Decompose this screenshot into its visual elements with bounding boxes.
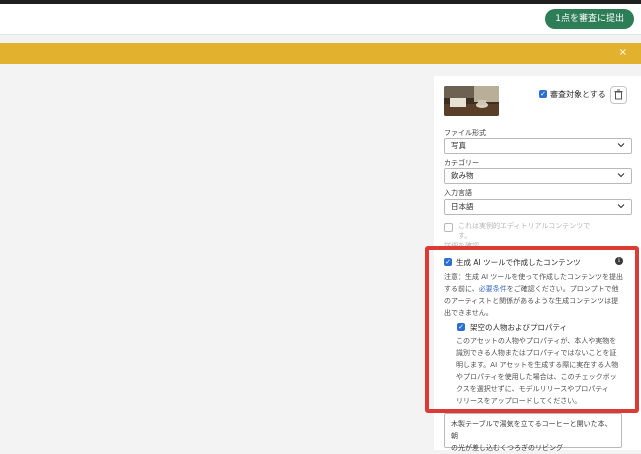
category-select[interactable]: 飲み物	[444, 168, 632, 184]
fictional-line: 明します。AI アセットを生成する際に実在する人物	[456, 361, 619, 369]
chevron-down-icon	[617, 173, 625, 178]
notification-banner: ×	[0, 43, 641, 64]
trash-icon	[614, 89, 623, 100]
fictional-line: このアセットの人物やプロパティが、本人や実物を	[456, 337, 617, 345]
editorial-checkbox[interactable]	[444, 223, 453, 232]
generative-ai-checkbox[interactable]: ✓	[444, 258, 452, 266]
note-line: のアーティストと関係があるような生成コンテンツは提	[444, 297, 619, 305]
review-label: 審査対象とする	[550, 90, 606, 99]
requirements-link[interactable]: 必要条件	[479, 285, 507, 293]
header-bar: 1点を審査に提出	[0, 4, 641, 35]
language-value: 日本語	[451, 202, 474, 211]
editorial-label-line1: これは実例的エディトリアルコンテンツで	[458, 222, 591, 230]
file-type-value: 写真	[451, 141, 466, 150]
description-textarea[interactable]: 木製テーブルで湯気を立てるコーヒーと開いた本、朝 の光が差し込むくつろぎのリビン…	[444, 413, 622, 452]
fictional-people-title: 架空の人物およびプロパティ	[470, 323, 568, 332]
note-line: 出できません。	[444, 309, 493, 317]
editorial-label-line2: す。	[458, 232, 472, 240]
note-line: する前に、必要条件をご確認ください。プロンプトで他	[444, 283, 626, 295]
delete-button[interactable]	[610, 86, 627, 104]
fictional-people-text: このアセットの人物やプロパティが、本人や実物を 識別できる人物またはプロパティで…	[456, 335, 628, 407]
category-value: 飲み物	[451, 171, 474, 180]
category-label: カテゴリー	[444, 159, 479, 167]
note-line: 注意：生成 AI ツールを使って作成したコンテンツを提出	[444, 273, 623, 281]
fictional-line: 識別できる人物またはプロパティではないことを証	[456, 349, 617, 357]
note-text: する前に、	[444, 285, 479, 293]
generative-ai-title: 生成 AI ツールで作成したコンテンツ	[456, 258, 581, 267]
info-icon[interactable]: i	[615, 257, 623, 265]
description-line: の光が差し込むくつろぎのリビング	[451, 444, 563, 452]
fictional-line: やプロパティを使用した場合は、このチェックボッ	[456, 373, 617, 381]
close-icon[interactable]: ×	[619, 47, 627, 59]
description-line: 木製テーブルで湯気を立てるコーヒーと開いた本、朝	[451, 420, 612, 440]
note-text: をご確認ください。プロンプトで他	[506, 285, 619, 293]
file-type-label: ファイル形式	[444, 129, 486, 137]
chevron-down-icon	[617, 204, 625, 209]
fictional-people-checkbox[interactable]: ✓	[457, 323, 465, 331]
file-type-select[interactable]: 写真	[444, 138, 632, 154]
language-select[interactable]: 日本語	[444, 199, 632, 215]
review-checkbox[interactable]: ✓	[539, 90, 547, 98]
description-text: 木製テーブルで湯気を立てるコーヒーと開いた本、朝 の光が差し込むくつろぎのリビン…	[451, 418, 617, 454]
chevron-down-icon	[617, 143, 625, 148]
asset-thumbnail[interactable]	[444, 86, 499, 116]
generative-ai-note: 注意：生成 AI ツールを使って作成したコンテンツを提出 する前に、必要条件をご…	[444, 271, 626, 319]
language-label: 入力言語	[444, 189, 472, 197]
submit-for-review-button[interactable]: 1点を審査に提出	[545, 9, 634, 29]
fictional-line: リリースをアップロードしてください。	[456, 397, 582, 405]
fictional-line: クスを選択せずに、モデルリリースやプロパティ	[456, 385, 609, 393]
